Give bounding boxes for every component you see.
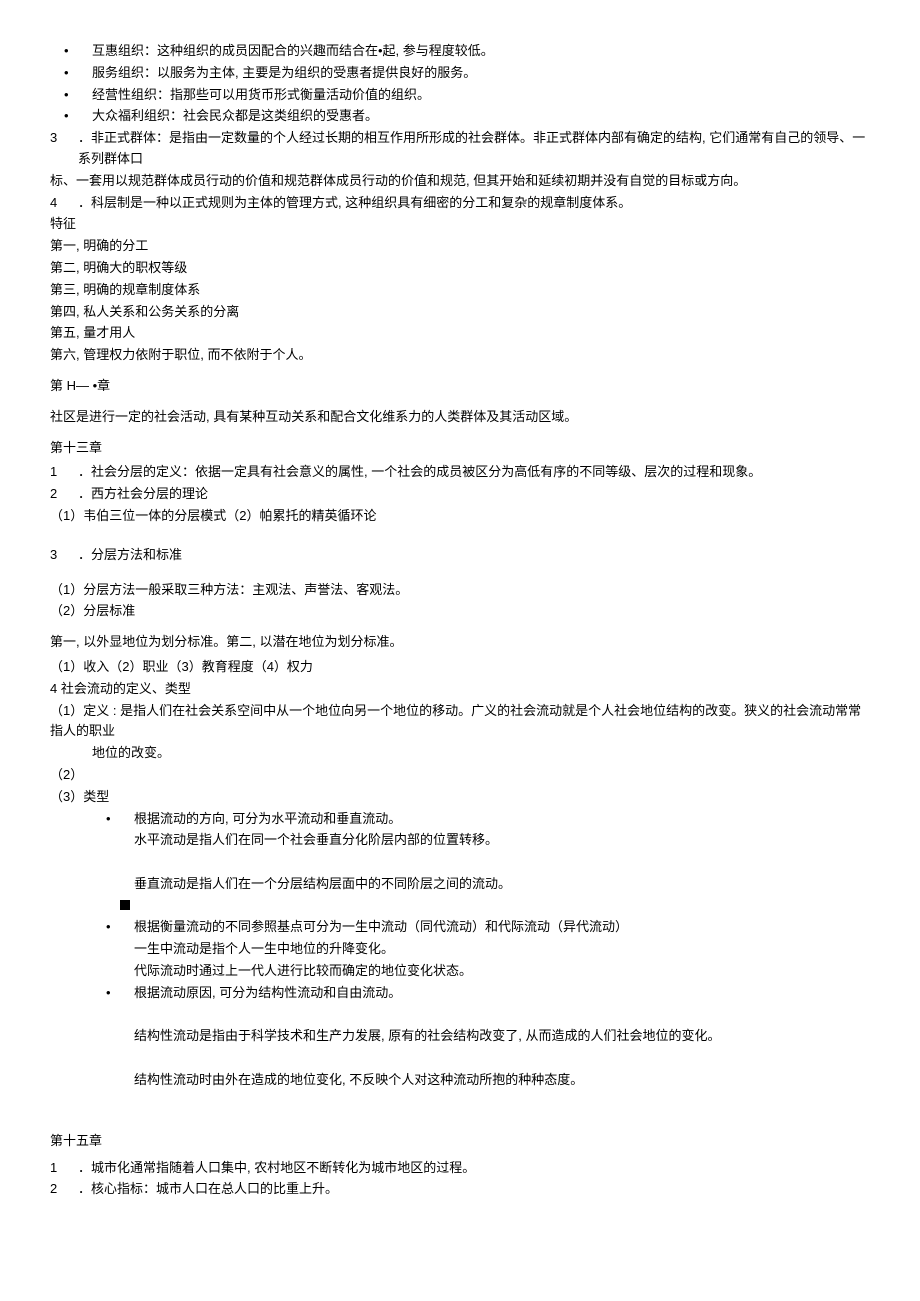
ch13-item-4-def: （1）定义 : 是指人们在社会关系空间中从一个地位向另一个地位的移动。广义的社会… <box>50 701 870 743</box>
type-bullet: • 根据衡量流动的不同参照基点可分为一生中流动（同代流动）和代际流动（异代流动） <box>50 917 870 938</box>
ch13-item-4-2: （2） <box>50 765 870 786</box>
ch13-item-3-sub2: （2）分层标准 <box>50 601 870 622</box>
chapter-h-title: 第 H— •章 <box>50 376 870 397</box>
bullet-marker: • <box>50 41 92 62</box>
item-text: ．核心指标：城市人口在总人口的比重上升。 <box>78 1179 870 1200</box>
type-sub: 结构性流动时由外在造成的地位变化, 不反映个人对这种流动所抱的种种态度。 <box>50 1070 870 1091</box>
feature-line: 第一, 明确的分工 <box>50 236 870 257</box>
feature-line: 第五, 量才用人 <box>50 323 870 344</box>
bullet-text: 互惠组织：这种组织的成员因配合的兴趣而结合在•起, 参与程度较低。 <box>92 41 870 62</box>
item-text: ．西方社会分层的理论 <box>78 484 870 505</box>
item-3-continuation: 标、一套用以规范群体成员行动的价值和规范群体成员行动的价值和规范, 但其开始和延… <box>50 171 870 192</box>
item-number: 3 <box>50 545 78 566</box>
ch13-item-4-def-cont: 地位的改变。 <box>50 743 870 764</box>
ch13-item-3: 3 ．分层方法和标准 <box>50 545 870 566</box>
ch13-body2: （1）收入（2）职业（3）教育程度（4）权力 <box>50 657 870 678</box>
ch15-item-1: 1 ．城市化通常指随着人口集中, 农村地区不断转化为城市地区的过程。 <box>50 1158 870 1179</box>
ch13-item-4-line: 4 社会流动的定义、类型 <box>50 679 870 700</box>
type-sub-blank <box>50 1005 870 1026</box>
bullet-marker: • <box>92 983 134 1004</box>
item-text: ．城市化通常指随着人口集中, 农村地区不断转化为城市地区的过程。 <box>78 1158 870 1179</box>
square-marker <box>50 896 870 917</box>
type-sub-blank <box>50 1048 870 1069</box>
bullet-text: 根据衡量流动的不同参照基点可分为一生中流动（同代流动）和代际流动（异代流动） <box>134 917 870 938</box>
type-sub: 一生中流动是指个人一生中地位的升降变化。 <box>50 939 870 960</box>
item-number: 1 <box>50 1158 78 1179</box>
item-text: ．非正式群体：是指由一定数量的个人经过长期的相互作用所形成的社会群体。非正式群体… <box>78 128 870 170</box>
features-label: 特征 <box>50 214 870 235</box>
ch13-item-4-3: （3）类型 <box>50 787 870 808</box>
list-item-3: 3 ．非正式群体：是指由一定数量的个人经过长期的相互作用所形成的社会群体。非正式… <box>50 128 870 170</box>
bullet-marker: • <box>50 85 92 106</box>
bullet-item: • 互惠组织：这种组织的成员因配合的兴趣而结合在•起, 参与程度较低。 <box>50 41 870 62</box>
bullet-text: 大众福利组织：社会民众都是这类组织的受惠者。 <box>92 106 870 127</box>
bullet-item: • 经营性组织：指那些可以用货币形式衡量活动价值的组织。 <box>50 85 870 106</box>
bullet-text: 根据流动的方向, 可分为水平流动和垂直流动。 <box>134 809 870 830</box>
feature-line: 第二, 明确大的职权等级 <box>50 258 870 279</box>
ch13-item-1: 1 ．社会分层的定义：依据一定具有社会意义的属性, 一个社会的成员被区分为高低有… <box>50 462 870 483</box>
item-text: ．科层制是一种以正式规则为主体的管理方式, 这种组织具有细密的分工和复杂的规章制… <box>78 193 870 214</box>
type-bullet: • 根据流动原因, 可分为结构性流动和自由流动。 <box>50 983 870 1004</box>
item-number: 4 <box>50 193 78 214</box>
bullet-item: • 服务组织：以服务为主体, 主要是为组织的受惠者提供良好的服务。 <box>50 63 870 84</box>
bullet-text: 经营性组织：指那些可以用货币形式衡量活动价值的组织。 <box>92 85 870 106</box>
item-number: 2 <box>50 484 78 505</box>
bullet-marker: • <box>50 63 92 84</box>
bullet-marker: • <box>92 917 134 938</box>
type-sub: 结构性流动是指由于科学技术和生产力发展, 原有的社会结构改变了, 从而造成的人们… <box>50 1026 870 1047</box>
item-number: 3 <box>50 128 78 170</box>
feature-line: 第六, 管理权力依附于职位, 而不依附于个人。 <box>50 345 870 366</box>
item-text: ．分层方法和标准 <box>78 545 870 566</box>
item-number: 2 <box>50 1179 78 1200</box>
type-bullet: • 根据流动的方向, 可分为水平流动和垂直流动。 <box>50 809 870 830</box>
bullet-item: • 大众福利组织：社会民众都是这类组织的受惠者。 <box>50 106 870 127</box>
ch13-item-2-sub: （1）韦伯三位一体的分层模式（2）帕累托的精英循环论 <box>50 506 870 527</box>
type-sub: 水平流动是指人们在同一个社会垂直分化阶层内部的位置转移。 <box>50 830 870 851</box>
ch13-item-3-sub1: （1）分层方法一般采取三种方法：主观法、声誉法、客观法。 <box>50 580 870 601</box>
bullet-marker: • <box>92 809 134 830</box>
bullet-text: 根据流动原因, 可分为结构性流动和自由流动。 <box>134 983 870 1004</box>
chapter-h-text: 社区是进行一定的社会活动, 具有某种互动关系和配合文化维系力的人类群体及其活动区… <box>50 407 870 428</box>
bullet-text: 服务组织：以服务为主体, 主要是为组织的受惠者提供良好的服务。 <box>92 63 870 84</box>
bullet-marker: • <box>50 106 92 127</box>
feature-line: 第四, 私人关系和公务关系的分离 <box>50 302 870 323</box>
item-text: ．社会分层的定义：依据一定具有社会意义的属性, 一个社会的成员被区分为高低有序的… <box>78 462 870 483</box>
list-item-4: 4 ．科层制是一种以正式规则为主体的管理方式, 这种组织具有细密的分工和复杂的规… <box>50 193 870 214</box>
ch13-item-2: 2 ．西方社会分层的理论 <box>50 484 870 505</box>
chapter-13-title: 第十三章 <box>50 438 870 459</box>
type-sub: 垂直流动是指人们在一个分层结构层面中的不同阶层之间的流动。 <box>50 874 870 895</box>
item-number: 1 <box>50 462 78 483</box>
feature-line: 第三, 明确的规章制度体系 <box>50 280 870 301</box>
type-sub-blank <box>50 852 870 873</box>
ch15-item-2: 2 ．核心指标：城市人口在总人口的比重上升。 <box>50 1179 870 1200</box>
ch13-body1: 第一, 以外显地位为划分标准。第二, 以潜在地位为划分标准。 <box>50 632 870 653</box>
type-sub: 代际流动时通过上一代人进行比较而确定的地位变化状态。 <box>50 961 870 982</box>
chapter-15-title: 第十五章 <box>50 1131 870 1152</box>
